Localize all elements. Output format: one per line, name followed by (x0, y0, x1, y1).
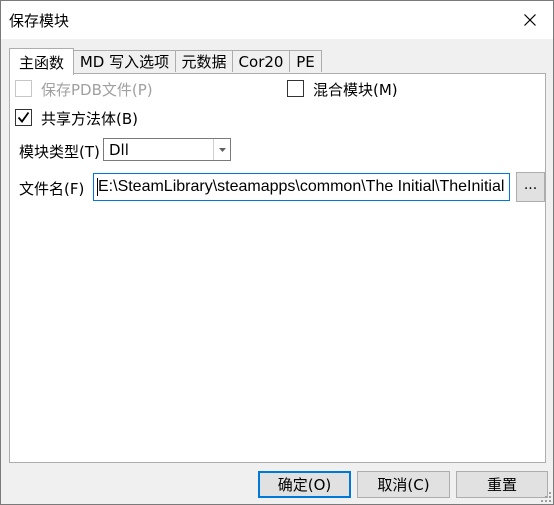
cancel-button[interactable]: 取消(C) (357, 471, 450, 498)
close-icon (524, 14, 536, 26)
tab-cor20[interactable]: Cor20 (232, 50, 290, 72)
window-title: 保存模块 (9, 12, 70, 30)
mixed-mode-checkbox[interactable] (287, 80, 304, 97)
chevron-down-icon (218, 147, 226, 152)
tab-label: 主函数 (18, 53, 64, 72)
module-type-dropdown[interactable] (213, 139, 230, 160)
close-button[interactable] (507, 1, 553, 39)
check-icon (17, 111, 30, 123)
title-bar: 保存模块 (1, 1, 553, 39)
browse-button[interactable]: ... (516, 172, 545, 202)
ok-button-label: 确定(O) (277, 476, 332, 494)
tab-panel-main (9, 73, 546, 463)
tab-main[interactable]: 主函数 (9, 48, 74, 75)
share-method-bodies-label: 共享方法体(B) (41, 110, 138, 128)
save-module-dialog: 保存模块 主函数 MD 写入选项 元数据 Cor20 PE 保存PDB文件(P)… (0, 0, 554, 505)
mixed-mode-label: 混合模块(M) (313, 81, 398, 99)
module-type-select[interactable]: Dll (103, 138, 231, 161)
filename-input[interactable]: E:\SteamLibrary\steamapps\common\The Ini… (93, 173, 510, 201)
filename-value: E:\SteamLibrary\steamapps\common\The Ini… (98, 178, 505, 195)
tab-metadata[interactable]: 元数据 (175, 50, 233, 72)
tab-label: Cor20 (238, 52, 284, 71)
save-pdb-label: 保存PDB文件(P) (41, 81, 153, 99)
filename-label: 文件名(F) (19, 180, 85, 198)
module-type-label: 模块类型(T) (19, 143, 100, 161)
reset-button-label: 重置 (486, 476, 517, 494)
cancel-button-label: 取消(C) (377, 476, 430, 494)
tab-md-write-options[interactable]: MD 写入选项 (73, 50, 176, 72)
tab-label: 元数据 (181, 53, 227, 71)
tab-pe[interactable]: PE (289, 50, 322, 72)
save-pdb-checkbox[interactable] (15, 80, 32, 97)
tab-label: PE (296, 52, 315, 71)
reset-button[interactable]: 重置 (456, 471, 548, 498)
resize-grip-icon[interactable] (541, 492, 551, 502)
module-type-value: Dll (109, 141, 129, 159)
tab-label: MD 写入选项 (79, 53, 170, 71)
ok-button[interactable]: 确定(O) (258, 471, 351, 498)
share-method-bodies-checkbox[interactable] (15, 109, 32, 126)
